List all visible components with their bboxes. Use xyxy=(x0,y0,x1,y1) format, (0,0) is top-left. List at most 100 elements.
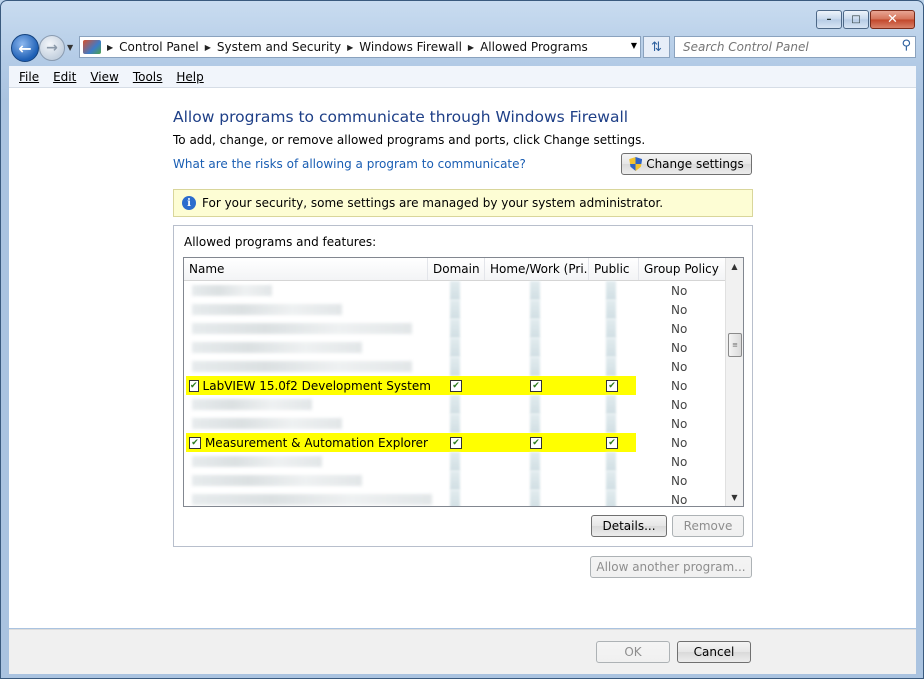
cell-name xyxy=(184,452,428,471)
breadcrumb-separator-icon[interactable]: ▶ xyxy=(205,43,211,52)
table-row[interactable]: No xyxy=(184,300,725,319)
recent-pages-dropdown[interactable]: ▼ xyxy=(67,43,73,52)
admin-info-bar: i For your security, some settings are m… xyxy=(173,189,753,217)
breadcrumb-windows-firewall[interactable]: Windows Firewall xyxy=(359,40,462,54)
breadcrumb-allowed-programs[interactable]: Allowed Programs xyxy=(480,40,588,54)
cell-home: ✔ xyxy=(485,433,589,452)
menu-tools[interactable]: Tools xyxy=(133,70,163,84)
scroll-down-icon[interactable]: ▼ xyxy=(726,489,743,506)
table-row[interactable]: ✔ LabVIEW 15.0f2 Development System ✔ ✔ ✔ No xyxy=(184,376,725,395)
cell-domain xyxy=(428,452,485,471)
table-row[interactable]: No xyxy=(184,490,725,506)
change-settings-button[interactable]: Change settings xyxy=(621,153,752,175)
column-home-work[interactable]: Home/Work (Pri... xyxy=(485,258,589,280)
uac-shield-icon xyxy=(629,157,643,171)
group-policy-value: No xyxy=(671,454,688,469)
cell-public xyxy=(589,357,639,376)
redacted-checkbox xyxy=(530,452,540,471)
maximize-button[interactable]: □ xyxy=(843,10,869,29)
breadcrumb-control-panel[interactable]: Control Panel xyxy=(119,40,199,54)
allow-another-program-button[interactable]: Allow another program... xyxy=(590,556,752,578)
cell-public xyxy=(589,338,639,357)
table-header: Name Domain Home/Work (Pri... Public Gro… xyxy=(184,258,725,281)
menu-help[interactable]: Help xyxy=(176,70,203,84)
search-input[interactable] xyxy=(681,37,885,57)
table-row[interactable]: No xyxy=(184,452,725,471)
table-row[interactable]: No xyxy=(184,338,725,357)
refresh-button[interactable]: ⇅ xyxy=(643,36,670,58)
program-checkbox[interactable]: ✔ xyxy=(189,379,199,392)
minimize-button[interactable]: – xyxy=(816,10,842,29)
column-public[interactable]: Public xyxy=(589,258,639,280)
table-row[interactable]: No xyxy=(184,357,725,376)
cell-public xyxy=(589,414,639,433)
home-checkbox[interactable]: ✔ xyxy=(530,379,542,392)
page-title: Allow programs to communicate through Wi… xyxy=(173,108,629,126)
redacted-checkbox xyxy=(606,300,616,319)
program-checkbox[interactable]: ✔ xyxy=(189,436,201,449)
cancel-button[interactable]: Cancel xyxy=(677,641,751,663)
cell-home xyxy=(485,281,589,300)
redacted-name xyxy=(192,342,362,353)
column-domain[interactable]: Domain xyxy=(428,258,485,280)
scroll-up-icon[interactable]: ▲ xyxy=(726,258,743,275)
redacted-checkbox xyxy=(450,357,460,376)
programs-table[interactable]: Name Domain Home/Work (Pri... Public Gro… xyxy=(183,257,744,507)
cell-gp: No xyxy=(639,300,725,319)
column-name[interactable]: Name xyxy=(184,258,428,280)
cell-gp: No xyxy=(639,452,725,471)
redacted-checkbox xyxy=(606,319,616,338)
program-name: LabVIEW 15.0f2 Development System xyxy=(202,378,431,393)
menu-file[interactable]: File xyxy=(19,70,39,84)
vertical-scrollbar[interactable]: ▲ ≡ ▼ xyxy=(725,258,743,506)
domain-checkbox[interactable]: ✔ xyxy=(450,379,462,392)
breadcrumb-separator-icon[interactable]: ▶ xyxy=(468,43,474,52)
redacted-checkbox xyxy=(450,490,460,506)
scroll-thumb[interactable]: ≡ xyxy=(728,333,742,357)
column-group-policy[interactable]: Group Policy xyxy=(639,258,725,280)
group-policy-value: No xyxy=(671,359,688,374)
redacted-checkbox xyxy=(530,395,540,414)
breadcrumb-separator-icon[interactable]: ▶ xyxy=(107,43,113,52)
menu-edit[interactable]: Edit xyxy=(53,70,76,84)
group-policy-value: No xyxy=(671,340,688,355)
menu-view[interactable]: View xyxy=(90,70,118,84)
control-panel-icon xyxy=(83,40,101,54)
details-button[interactable]: Details... xyxy=(591,515,667,537)
domain-checkbox[interactable]: ✔ xyxy=(450,436,462,449)
group-policy-value: No xyxy=(671,321,688,336)
breadcrumb-system-security[interactable]: System and Security xyxy=(217,40,341,54)
public-checkbox[interactable]: ✔ xyxy=(606,379,618,392)
redacted-checkbox xyxy=(530,300,540,319)
remove-button[interactable]: Remove xyxy=(672,515,744,537)
group-policy-value: No xyxy=(671,397,688,412)
table-row[interactable]: No xyxy=(184,414,725,433)
forward-button[interactable]: → xyxy=(39,35,65,61)
breadcrumb-separator-icon[interactable]: ▶ xyxy=(347,43,353,52)
table-row[interactable]: ✔ Measurement & Automation Explorer ✔ ✔ ✔ No xyxy=(184,433,725,452)
close-button[interactable]: ✕ xyxy=(870,10,915,29)
redacted-checkbox xyxy=(606,281,616,300)
ok-button[interactable]: OK xyxy=(596,641,670,663)
cell-gp: No xyxy=(639,319,725,338)
cell-domain: ✔ xyxy=(428,376,485,395)
risks-link[interactable]: What are the risks of allowing a program… xyxy=(173,157,526,171)
table-row[interactable]: No xyxy=(184,395,725,414)
cell-public xyxy=(589,319,639,338)
table-row[interactable]: No xyxy=(184,281,725,300)
search-icon[interactable]: ⚲ xyxy=(901,38,911,53)
table-row[interactable]: No xyxy=(184,319,725,338)
address-dropdown-icon[interactable]: ▼ xyxy=(631,41,637,50)
redacted-checkbox xyxy=(450,281,460,300)
home-checkbox[interactable]: ✔ xyxy=(530,436,542,449)
breadcrumb: ▶ Control Panel ▶ System and Security ▶ … xyxy=(101,40,588,54)
table-row[interactable]: No xyxy=(184,471,725,490)
info-text: For your security, some settings are man… xyxy=(202,196,664,210)
public-checkbox[interactable]: ✔ xyxy=(606,436,618,449)
cell-name xyxy=(184,281,428,300)
redacted-checkbox xyxy=(530,471,540,490)
cell-gp: No xyxy=(639,414,725,433)
cell-home xyxy=(485,395,589,414)
back-button[interactable]: ← xyxy=(11,34,39,62)
address-bar[interactable]: ▶ Control Panel ▶ System and Security ▶ … xyxy=(79,36,641,58)
